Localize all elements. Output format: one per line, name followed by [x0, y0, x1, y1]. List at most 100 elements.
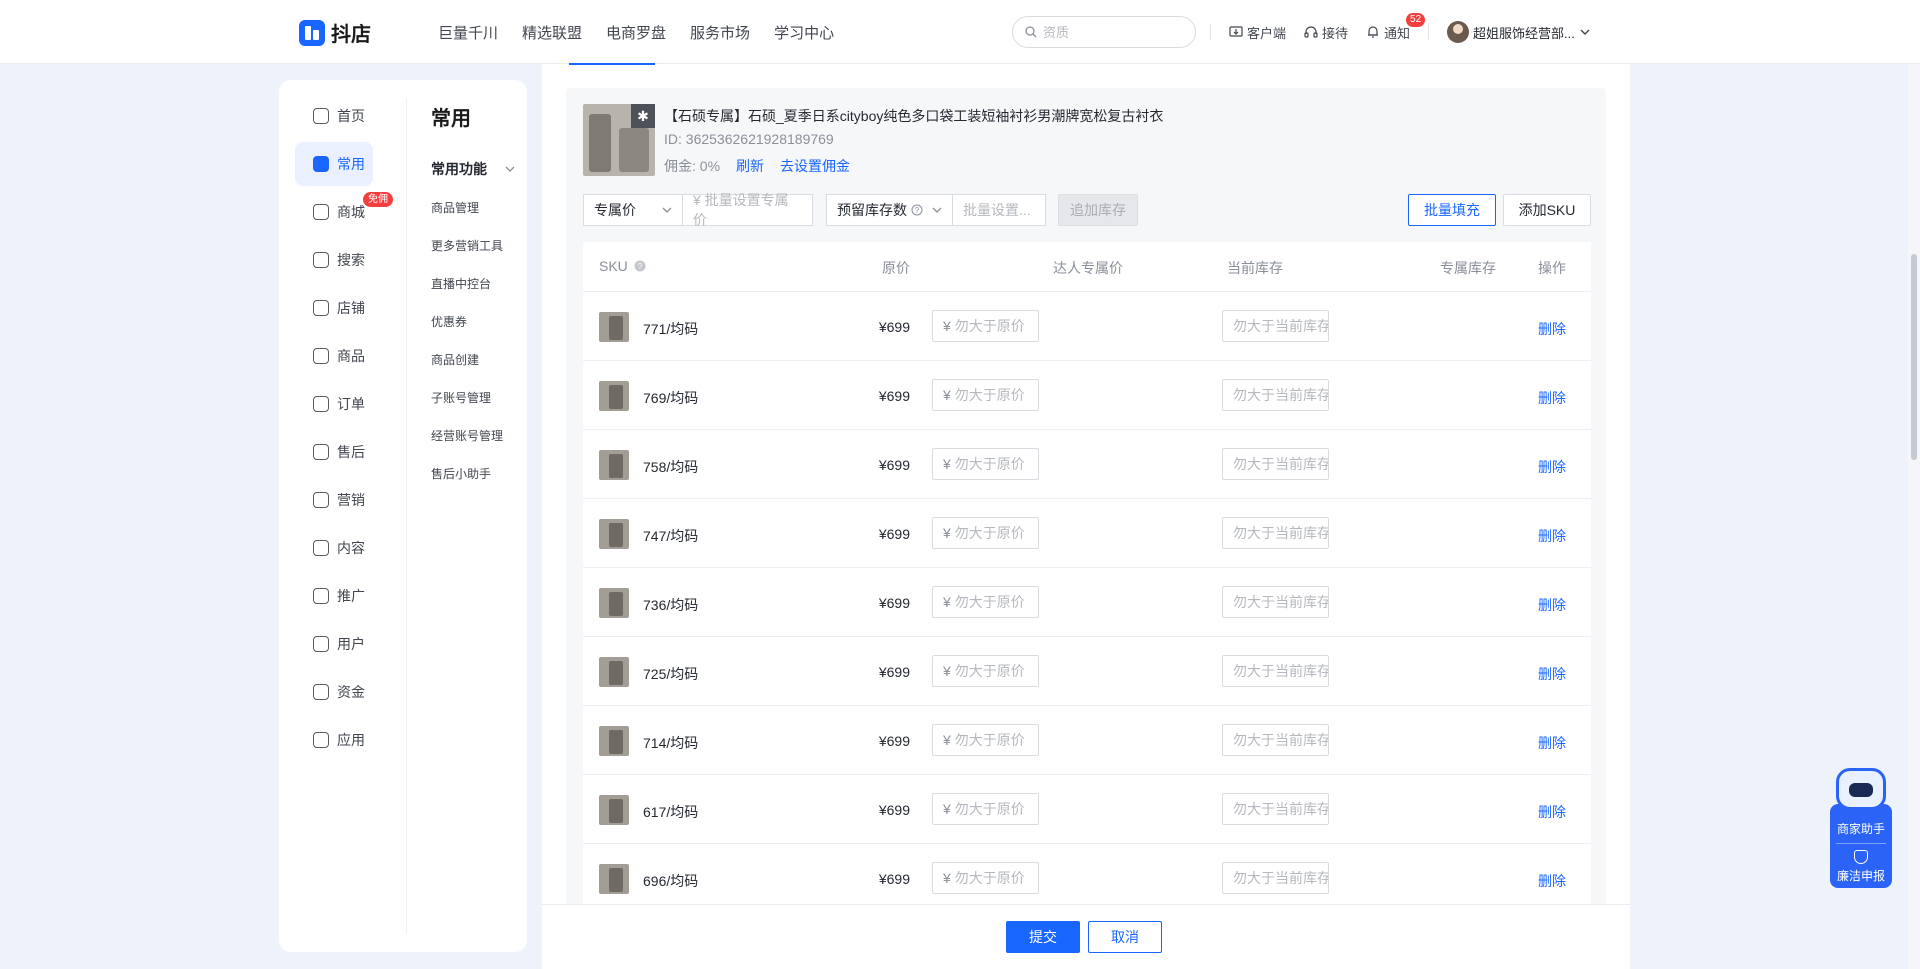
exclusive-stock-input[interactable]: [1233, 387, 1328, 403]
notice-button[interactable]: 通知 52: [1366, 12, 1426, 42]
talent-price-input[interactable]: [954, 456, 1038, 472]
set-commission-link[interactable]: 去设置佣金: [780, 156, 850, 176]
exclusive-stock-field[interactable]: [1222, 310, 1329, 342]
talent-price-field[interactable]: ¥: [932, 586, 1039, 618]
integrity-report-label[interactable]: 廉洁申报: [1830, 867, 1892, 884]
sidebar-item-marketing[interactable]: 营销: [295, 478, 373, 522]
stock-type-select[interactable]: 预留库存数 ?: [826, 194, 953, 226]
talent-price-field[interactable]: ¥: [932, 793, 1039, 825]
search-box[interactable]: [1012, 16, 1196, 48]
exclusive-stock-input[interactable]: [1233, 870, 1328, 886]
talent-price-input[interactable]: [954, 732, 1038, 748]
merchant-assistant[interactable]: 商家助手 廉洁申报: [1830, 768, 1892, 888]
exclusive-stock-input[interactable]: [1233, 732, 1328, 748]
sidebar-item-common[interactable]: 常用: [295, 142, 373, 186]
talent-price-field[interactable]: ¥: [932, 379, 1039, 411]
delete-link[interactable]: 删除: [1538, 871, 1566, 891]
add-stock-button[interactable]: 追加库存: [1058, 194, 1138, 226]
sidebar-item-aftersale[interactable]: 售后: [295, 430, 373, 474]
delete-link[interactable]: 删除: [1538, 802, 1566, 822]
talent-price-field[interactable]: ¥: [932, 448, 1039, 480]
sidebar-item-content[interactable]: 内容: [295, 526, 373, 570]
secondary-nav-group[interactable]: 常用功能: [431, 159, 515, 179]
sidebar-item-order[interactable]: 订单: [295, 382, 373, 426]
pin-icon[interactable]: ✱: [631, 104, 655, 128]
goods-icon: [313, 348, 329, 364]
top-nav-item-alliance[interactable]: 精选联盟: [522, 22, 582, 43]
page-scrollbar[interactable]: [1908, 64, 1920, 969]
delete-link[interactable]: 删除: [1538, 664, 1566, 684]
batch-price-input[interactable]: ¥ 批量设置专属价: [682, 192, 813, 228]
sidebar-item-apps[interactable]: 应用: [295, 718, 373, 762]
delete-link[interactable]: 删除: [1538, 388, 1566, 408]
talent-price-input[interactable]: [954, 801, 1038, 817]
talent-price-input[interactable]: [954, 594, 1038, 610]
exclusive-stock-field[interactable]: [1222, 517, 1329, 549]
delete-link[interactable]: 删除: [1538, 457, 1566, 477]
exclusive-stock-field[interactable]: [1222, 655, 1329, 687]
delete-link[interactable]: 删除: [1538, 595, 1566, 615]
cancel-button[interactable]: 取消: [1088, 921, 1162, 953]
sidebar-item-search[interactable]: 搜索: [295, 238, 373, 282]
add-sku-button[interactable]: 添加SKU: [1503, 194, 1591, 226]
talent-price-field[interactable]: ¥: [932, 310, 1039, 342]
refresh-link[interactable]: 刷新: [736, 156, 764, 176]
exclusive-stock-field[interactable]: [1222, 379, 1329, 411]
exclusive-stock-field[interactable]: [1222, 586, 1329, 618]
logo[interactable]: 抖店: [299, 18, 371, 47]
top-nav-item-learning[interactable]: 学习中心: [774, 22, 834, 43]
price-type-select[interactable]: 专属价: [583, 194, 683, 226]
sidebar-item-goods[interactable]: 商品: [295, 334, 373, 378]
sidebar-item-home[interactable]: 首页: [295, 94, 373, 138]
exclusive-stock-field[interactable]: [1222, 793, 1329, 825]
talent-price-field[interactable]: ¥: [932, 862, 1039, 894]
secondary-nav-item[interactable]: 商品创建: [431, 351, 521, 389]
exclusive-stock-input[interactable]: [1233, 663, 1328, 679]
secondary-nav-item[interactable]: 商品管理: [431, 199, 521, 237]
talent-price-input[interactable]: [954, 525, 1038, 541]
talent-price-field[interactable]: ¥: [932, 517, 1039, 549]
secondary-nav-item[interactable]: 更多营销工具: [431, 237, 521, 275]
talent-price-field[interactable]: ¥: [932, 655, 1039, 687]
batch-fill-button[interactable]: 批量填充: [1408, 194, 1496, 226]
exclusive-stock-input[interactable]: [1233, 801, 1328, 817]
sidebar-item-funds[interactable]: 资金: [295, 670, 373, 714]
secondary-nav-item[interactable]: 子账号管理: [431, 389, 521, 427]
sidebar-item-store[interactable]: 店铺: [295, 286, 373, 330]
scrollbar-thumb[interactable]: [1911, 254, 1917, 460]
secondary-nav-item[interactable]: 经营账号管理: [431, 427, 521, 465]
talent-price-input[interactable]: [954, 318, 1038, 334]
talent-price-input[interactable]: [954, 387, 1038, 403]
sidebar-item-mall[interactable]: 商城 免佣: [295, 190, 393, 234]
exclusive-stock-input[interactable]: [1233, 594, 1328, 610]
secondary-nav-item[interactable]: 优惠券: [431, 313, 521, 351]
top-nav-item-service-market[interactable]: 服务市场: [690, 22, 750, 43]
secondary-nav-item[interactable]: 直播中控台: [431, 275, 521, 313]
submit-button[interactable]: 提交: [1006, 921, 1080, 953]
top-nav-item-qianchuan[interactable]: 巨量千川: [438, 22, 498, 43]
sidebar-item-promotion[interactable]: 推广: [295, 574, 373, 618]
delete-link[interactable]: 删除: [1538, 319, 1566, 339]
top-nav-item-compass[interactable]: 电商罗盘: [606, 22, 666, 43]
search-input[interactable]: [1043, 24, 1183, 40]
exclusive-stock-input[interactable]: [1233, 525, 1328, 541]
exclusive-stock-input[interactable]: [1233, 456, 1328, 472]
batch-stock-input[interactable]: 批量设置...: [952, 194, 1046, 226]
sidebar-item-user[interactable]: 用户: [295, 622, 373, 666]
talent-price-input[interactable]: [954, 663, 1038, 679]
exclusive-stock-field[interactable]: [1222, 448, 1329, 480]
table-body: 771/均码¥699¥1删除769/均码¥699¥1删除758/均码¥699¥1…: [583, 292, 1591, 913]
talent-price-input[interactable]: [954, 870, 1038, 886]
account-menu[interactable]: 超姐服饰经营部...: [1447, 21, 1591, 43]
exclusive-stock-field[interactable]: [1222, 862, 1329, 894]
reception-button[interactable]: 接待: [1304, 23, 1348, 42]
secondary-nav-item[interactable]: 售后小助手: [431, 465, 521, 503]
client-button[interactable]: 客户端: [1229, 23, 1286, 42]
exclusive-stock-input[interactable]: [1233, 318, 1328, 334]
talent-price-field[interactable]: ¥: [932, 724, 1039, 756]
delete-link[interactable]: 删除: [1538, 733, 1566, 753]
assistant-label[interactable]: 商家助手: [1830, 820, 1892, 837]
chevron-down-icon: [662, 207, 672, 213]
delete-link[interactable]: 删除: [1538, 526, 1566, 546]
exclusive-stock-field[interactable]: [1222, 724, 1329, 756]
